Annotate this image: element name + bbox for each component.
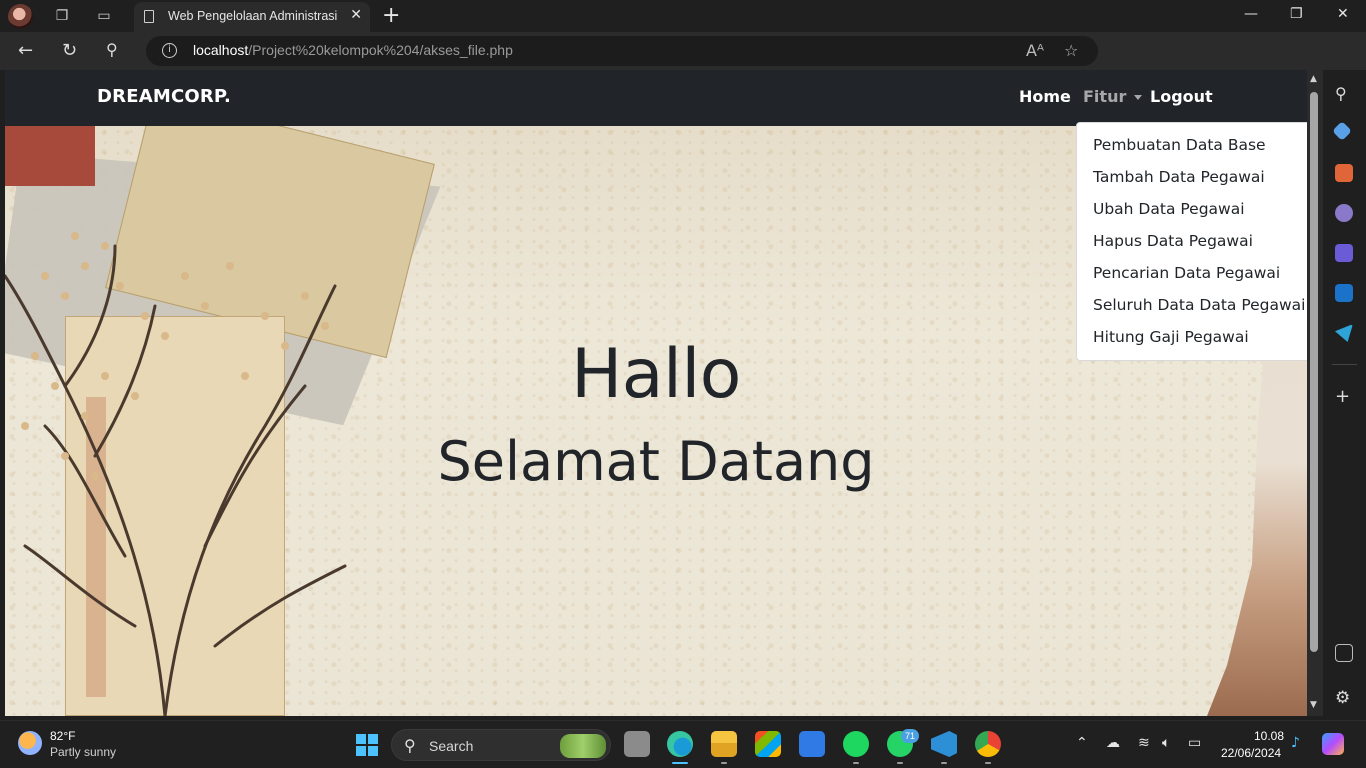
sidebar-divider xyxy=(1332,364,1357,365)
add-sidebar-app-icon[interactable]: + xyxy=(1335,386,1353,407)
microsoft-store-icon[interactable] xyxy=(755,731,781,757)
tab-actions-icon[interactable]: ▭ xyxy=(94,6,114,26)
running-app-indicator xyxy=(853,762,859,764)
edge-browser-icon[interactable] xyxy=(667,731,693,757)
weather-temperature[interactable]: 82°F xyxy=(50,729,75,743)
hero-greeting: Hallo xyxy=(571,335,741,414)
clock-time[interactable]: 10.08 xyxy=(1254,729,1284,743)
close-window-icon[interactable]: ✕ xyxy=(1337,6,1349,22)
workspaces-icon[interactable]: ❐ xyxy=(52,6,72,26)
hero-subtitle: Selamat Datang xyxy=(437,430,875,493)
address-bar[interactable]: i localhost/Project%20kelompok%204/akses… xyxy=(146,36,1098,66)
fitur-dropdown-menu: Pembuatan Data Base Tambah Data Pegawai … xyxy=(1076,122,1307,361)
copilot-designer-icon[interactable] xyxy=(1335,244,1353,262)
sidebar-search-icon[interactable]: ⚲ xyxy=(1335,84,1353,103)
tools-briefcase-icon[interactable] xyxy=(1335,164,1353,182)
chrome-icon[interactable] xyxy=(975,731,1001,757)
menu-item-seluruh-data-pegawai[interactable]: Seluruh Data Data Pegawai xyxy=(1077,291,1307,323)
menu-item-ubah-data-pegawai[interactable]: Ubah Data Pegawai xyxy=(1077,195,1307,227)
url-text[interactable]: localhost/Project%20kelompok%204/akses_f… xyxy=(193,42,513,58)
taskbar-search-box[interactable]: ⚲ Search xyxy=(391,729,611,761)
running-app-indicator xyxy=(721,762,727,764)
show-hidden-icons-chevron-icon[interactable]: ⌃ xyxy=(1076,735,1088,751)
browser-sidebar: ⚲ + ⚙ xyxy=(1323,70,1366,716)
copilot-taskbar-icon[interactable] xyxy=(1322,733,1344,755)
weather-partly-sunny-icon[interactable] xyxy=(18,731,42,755)
spotify-icon[interactable] xyxy=(843,731,869,757)
scrollbar-thumb[interactable] xyxy=(1310,92,1318,652)
windows-taskbar: 82°F Partly sunny ⚲ Search 71 ⌃ ☁ ≋ 🔈︎ ▭… xyxy=(0,720,1366,768)
telegram-send-icon[interactable] xyxy=(1335,324,1353,342)
notification-bell-icon[interactable]: ♪ xyxy=(1291,735,1300,751)
active-app-indicator xyxy=(672,762,688,764)
page-viewport: DREAMCORP. Home Fitur Logout Pembuatan D… xyxy=(5,70,1307,716)
chevron-down-icon xyxy=(1134,95,1143,100)
refresh-icon[interactable]: ↻ xyxy=(62,40,77,61)
scroll-down-arrow-icon[interactable]: ▼ xyxy=(1310,700,1317,710)
tab-title: Web Pengelolaan Administrasi Pegawai xyxy=(168,9,340,23)
site-info-icon[interactable]: i xyxy=(162,43,177,58)
page-icon xyxy=(144,10,154,23)
page-scrollbar[interactable]: ▲ ▼ xyxy=(1307,70,1323,716)
search-label: Search xyxy=(429,738,474,754)
nav-link-fitur[interactable]: Fitur xyxy=(1083,87,1143,106)
search-icon[interactable]: ⚲ xyxy=(106,40,118,59)
weather-description[interactable]: Partly sunny xyxy=(50,745,116,759)
running-app-indicator xyxy=(941,762,947,764)
vscode-icon[interactable] xyxy=(931,731,957,757)
menu-item-pembuatan-data-base[interactable]: Pembuatan Data Base xyxy=(1077,131,1307,163)
nav-link-home[interactable]: Home xyxy=(1019,87,1071,106)
menu-item-tambah-data-pegawai[interactable]: Tambah Data Pegawai xyxy=(1077,163,1307,195)
address-toolbar: ← ↻ ⚲ i localhost/Project%20kelompok%204… xyxy=(0,32,1366,92)
games-icon[interactable] xyxy=(1335,204,1353,222)
close-tab-icon[interactable]: ✕ xyxy=(350,7,362,23)
mail-icon[interactable] xyxy=(799,731,825,757)
windows-start-icon[interactable] xyxy=(356,734,378,756)
file-explorer-icon[interactable] xyxy=(711,731,737,757)
search-magnifier-icon: ⚲ xyxy=(404,736,416,755)
restore-icon[interactable]: ❐ xyxy=(1290,6,1303,22)
running-app-indicator xyxy=(985,762,991,764)
onedrive-icon[interactable]: ☁ xyxy=(1106,735,1120,751)
battery-icon[interactable]: ▭ xyxy=(1188,735,1201,751)
minimize-icon[interactable]: — xyxy=(1244,6,1258,22)
clock-date[interactable]: 22/06/2024 xyxy=(1221,746,1281,760)
running-app-indicator xyxy=(897,762,903,764)
top-navbar: DREAMCORP. Home Fitur Logout xyxy=(5,70,1307,126)
brand-logo[interactable]: DREAMCORP. xyxy=(97,86,231,107)
new-tab-icon[interactable]: + xyxy=(382,3,400,28)
sidebar-settings-gear-icon[interactable]: ⚙ xyxy=(1335,688,1353,708)
whatsapp-notification-badge: 71 xyxy=(901,729,919,743)
screenshot-tool-icon[interactable] xyxy=(1335,644,1353,662)
hero-section: Hallo Selamat Datang xyxy=(5,332,1307,506)
shopping-tag-icon[interactable] xyxy=(1332,121,1352,141)
favorite-star-icon[interactable]: ☆ xyxy=(1064,41,1078,60)
browser-tab-active[interactable]: Web Pengelolaan Administrasi Pegawai ✕ xyxy=(134,2,370,32)
back-icon[interactable]: ← xyxy=(18,40,33,61)
browser-tab-bar: ❐ ▭ Web Pengelolaan Administrasi Pegawai… xyxy=(0,0,1366,32)
nav-link-logout[interactable]: Logout xyxy=(1150,87,1213,106)
outlook-icon[interactable] xyxy=(1335,284,1353,302)
volume-icon[interactable]: 🔈︎ xyxy=(1162,735,1170,751)
wifi-icon[interactable]: ≋ xyxy=(1138,735,1150,751)
profile-avatar[interactable] xyxy=(8,4,33,29)
task-view-icon[interactable] xyxy=(624,731,650,757)
menu-item-pencarian-data-pegawai[interactable]: Pencarian Data Pegawai xyxy=(1077,259,1307,291)
menu-item-hapus-data-pegawai[interactable]: Hapus Data Pegawai xyxy=(1077,227,1307,259)
search-highlight-image xyxy=(560,734,606,758)
scroll-up-arrow-icon[interactable]: ▲ xyxy=(1310,74,1317,84)
read-aloud-icon[interactable]: Aᴬ xyxy=(1026,41,1044,60)
